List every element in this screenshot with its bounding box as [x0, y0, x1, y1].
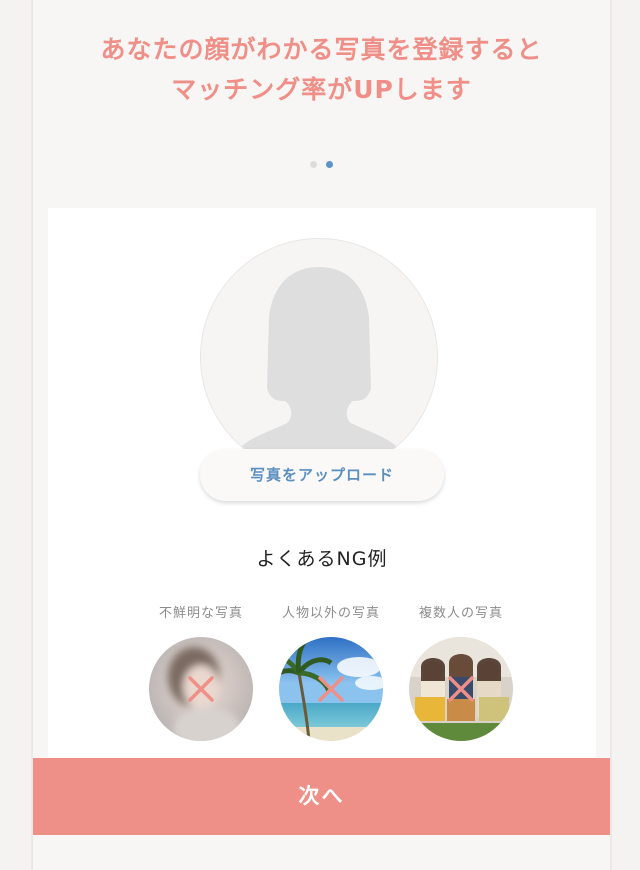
ng-thumb-blurry — [149, 637, 253, 741]
ng-caption-blurry: 不鮮明な写真 — [158, 606, 243, 621]
upload-photo-button[interactable]: 写真をアップロード — [200, 449, 444, 501]
cross-icon — [318, 676, 344, 702]
page-indicator — [33, 161, 610, 168]
ng-thumb-no-person — [279, 637, 383, 741]
person-silhouette-icon — [241, 267, 397, 475]
page-dot-1[interactable] — [310, 161, 317, 168]
photo-card: 写真をアップロード よくあるNG例 不鮮明な写真 人物以外の写真 複数人の写真 — [48, 208, 596, 768]
next-button[interactable]: 次へ — [33, 758, 610, 835]
ng-caption-no-person: 人物以外の写真 — [281, 606, 380, 621]
ng-example-group: 複数人の写真 — [396, 602, 526, 741]
ng-examples-list: 不鮮明な写真 人物以外の写真 複数人の写真 — [136, 602, 526, 742]
headline-line-2: マッチング率がUPします — [171, 75, 472, 104]
ng-example-no-person: 人物以外の写真 — [266, 602, 396, 741]
ng-caption-group: 複数人の写真 — [418, 606, 503, 621]
right-edge — [610, 0, 612, 870]
headline: あなたの顔がわかる写真を登録すると マッチング率がUPします — [33, 30, 610, 110]
page-dot-2-active[interactable] — [326, 161, 333, 168]
cross-icon — [448, 676, 474, 702]
onboarding-screen: あなたの顔がわかる写真を登録すると マッチング率がUPします 写真をアップロード… — [33, 0, 610, 870]
ng-thumb-group — [409, 637, 513, 741]
cross-icon — [188, 676, 214, 702]
headline-line-1: あなたの顔がわかる写真を登録すると — [100, 35, 543, 64]
ng-example-blurry: 不鮮明な写真 — [136, 602, 266, 741]
ng-examples-title: よくあるNG例 — [256, 548, 388, 570]
avatar-placeholder[interactable] — [200, 238, 438, 476]
